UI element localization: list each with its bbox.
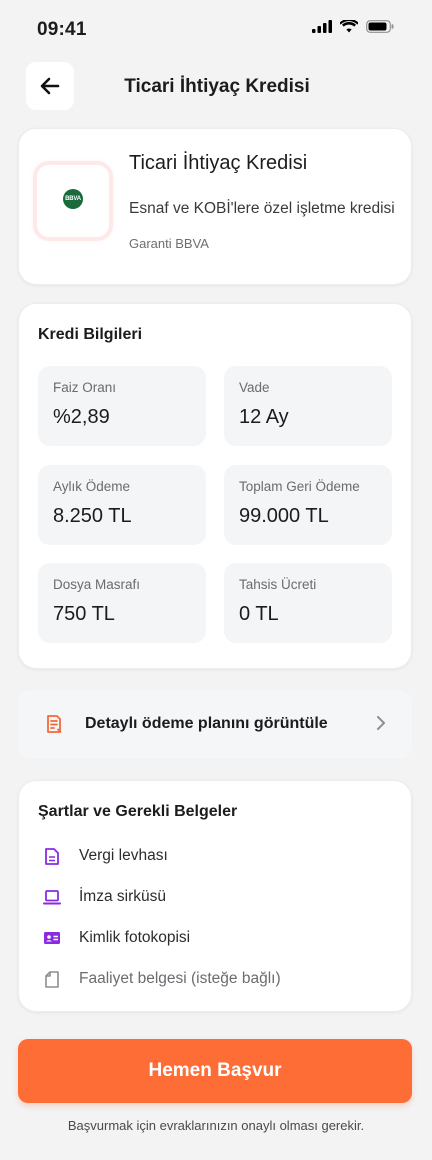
payment-plan-label: Detaylı ödeme planını görüntüle xyxy=(85,715,328,732)
doc-item-label: İmza sirküsü xyxy=(79,888,166,905)
status-icons xyxy=(312,20,394,33)
bank-logo: BBVA xyxy=(63,189,83,209)
product-description: Esnaf ve KOBİ'lere özel işletme kredisi xyxy=(129,200,395,217)
requirements-heading: Şartlar ve Gerekli Belgeler xyxy=(38,803,238,820)
info-tile-term: Vade 12 Ay xyxy=(224,366,392,446)
tile-value: 0 TL xyxy=(239,603,279,625)
tile-label: Toplam Geri Ödeme xyxy=(239,479,360,494)
tile-value: %2,89 xyxy=(53,406,110,428)
credit-info-heading: Kredi Bilgileri xyxy=(38,326,143,343)
receipt-icon xyxy=(44,714,64,739)
tile-value: 99.000 TL xyxy=(239,505,329,527)
file-outline-icon xyxy=(43,970,61,988)
arrow-left-icon xyxy=(40,77,60,95)
doc-item-label: Vergi levhası xyxy=(79,847,168,864)
payment-plan-link[interactable]: Detaylı ödeme planını görüntüle xyxy=(18,690,412,759)
product-name: Ticari İhtiyaç Kredisi xyxy=(129,152,308,174)
footer-note: Başvurmak için evraklarınızın onaylı olm… xyxy=(67,1118,365,1133)
back-button[interactable] xyxy=(26,62,74,110)
bank-logo-container: BBVA xyxy=(37,165,109,237)
doc-item-activity-certificate: Faaliyet belgesi (isteğe bağlı) xyxy=(43,967,281,991)
doc-item-id-copy: Kimlik fotokopisi xyxy=(43,926,190,950)
wifi-icon xyxy=(340,20,358,33)
page-title: Ticari İhtiyaç Kredisi xyxy=(124,76,310,97)
info-tile-file-fee: Dosya Masrafı 750 TL xyxy=(38,563,206,643)
tile-value: 750 TL xyxy=(53,603,115,625)
status-bar: 09:41 xyxy=(0,0,432,56)
bank-logo-text: BBVA xyxy=(65,196,81,202)
battery-icon xyxy=(366,20,394,33)
id-card-icon xyxy=(43,929,61,947)
doc-item-label: Kimlik fotokopisi xyxy=(79,929,191,946)
bank-name: Garanti BBVA xyxy=(129,236,209,251)
doc-item-signature-circular: İmza sirküsü xyxy=(43,885,166,909)
cellular-signal-icon xyxy=(312,20,332,33)
info-tile-allocation-fee: Tahsis Ücreti 0 TL xyxy=(224,563,392,643)
laptop-icon xyxy=(43,888,61,906)
tile-label: Vade xyxy=(239,380,270,395)
product-card: BBVA Ticari İhtiyaç Kredisi Esnaf ve KOB… xyxy=(18,128,412,285)
tile-label: Tahsis Ücreti xyxy=(239,577,317,592)
status-time: 09:41 xyxy=(37,19,87,40)
doc-item-tax-plate: Vergi levhası xyxy=(43,844,168,868)
info-tile-monthly-payment: Aylık Ödeme 8.250 TL xyxy=(38,465,206,545)
tile-value: 8.250 TL xyxy=(53,505,132,527)
chevron-right-icon xyxy=(376,715,386,736)
document-icon xyxy=(43,847,61,865)
requirements-card: Şartlar ve Gerekli Belgeler Vergi levhas… xyxy=(18,780,412,1012)
info-tile-total-repayment: Toplam Geri Ödeme 99.000 TL xyxy=(224,465,392,545)
apply-now-button[interactable]: Hemen Başvur xyxy=(18,1039,412,1103)
tile-value: 12 Ay xyxy=(239,406,289,428)
doc-item-label: Faaliyet belgesi (isteğe bağlı) xyxy=(79,970,281,987)
tile-label: Dosya Masrafı xyxy=(53,577,141,592)
credit-info-card: Kredi Bilgileri Faiz Oranı %2,89 Vade 12… xyxy=(18,303,412,669)
tile-label: Faiz Oranı xyxy=(53,380,117,395)
header: Ticari İhtiyaç Kredisi xyxy=(26,62,406,114)
tile-label: Aylık Ödeme xyxy=(53,479,131,494)
info-tile-interest-rate: Faiz Oranı %2,89 xyxy=(38,366,206,446)
